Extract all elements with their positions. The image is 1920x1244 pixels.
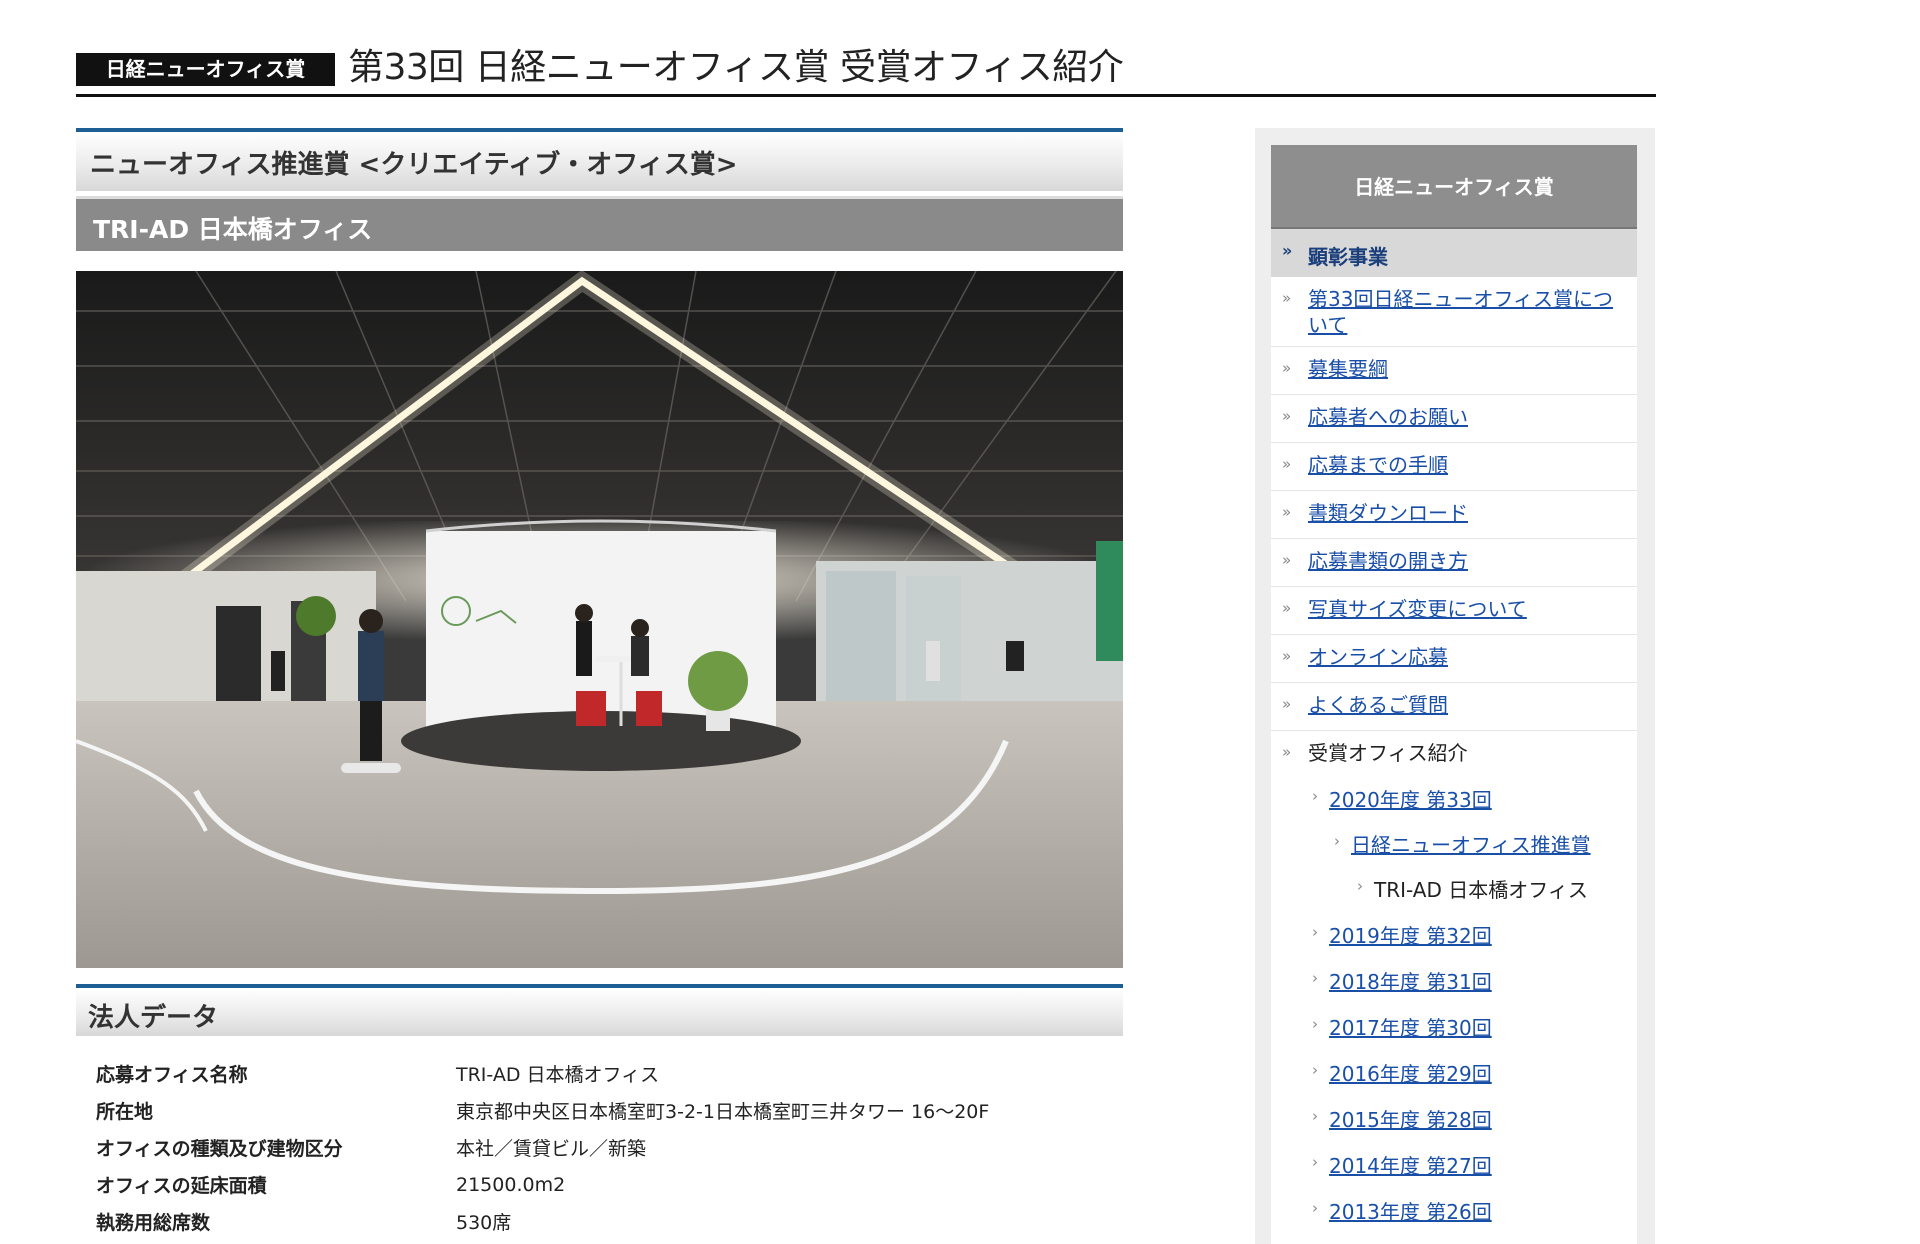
- sidebar-section-head[interactable]: » 顕彰事業: [1271, 229, 1637, 277]
- table-row: オフィスの延床面積 21500.0m2: [96, 1166, 1116, 1203]
- sidebar-subitem-label[interactable]: 2014年度 第27回: [1329, 1150, 1492, 1179]
- double-chevron-right-icon: »: [1282, 503, 1292, 521]
- double-chevron-right-icon: »: [1282, 407, 1292, 425]
- double-chevron-right-icon: »: [1282, 599, 1292, 617]
- sidebar-title: 日経ニューオフィス賞: [1271, 145, 1637, 229]
- office-interior-illustration: [76, 271, 1123, 968]
- sidebar-item-open-docs[interactable]: » 応募書類の開き方: [1271, 539, 1637, 587]
- page-header: 日経ニューオフィス賞 第33回 日経ニューオフィス賞 受賞オフィス紹介: [76, 44, 1656, 97]
- corp-data-heading: 法人データ: [76, 984, 1123, 1036]
- sidebar-subitem-label[interactable]: 2018年度 第31回: [1329, 966, 1492, 995]
- office-name: TRI-AD 日本橋オフィス: [93, 215, 373, 244]
- row-value: 東京都中央区日本橋室町3-2-1日本橋室町三井タワー 16～20F: [456, 1101, 990, 1123]
- sidebar-subitem-label[interactable]: 日経ニューオフィス推進賞: [1351, 829, 1591, 858]
- double-chevron-right-icon: »: [1282, 695, 1292, 713]
- table-row: 応募オフィス名称 TRI-AD 日本橋オフィス: [96, 1055, 1116, 1092]
- page-title: 第33回 日経ニューオフィス賞 受賞オフィス紹介: [348, 47, 1124, 88]
- row-value: 530席: [456, 1212, 512, 1234]
- sidebar-nav: » 顕彰事業 » 第33回日経ニューオフィス賞について » 募集要綱 » 応募者…: [1271, 229, 1637, 1244]
- sidebar-item-guidelines[interactable]: » 募集要綱: [1271, 347, 1637, 395]
- chevron-right-icon: ›: [1312, 1153, 1318, 1171]
- double-chevron-right-icon: »: [1282, 359, 1292, 377]
- sidebar-item-label[interactable]: 募集要綱: [1308, 356, 1628, 382]
- table-row: オフィスの種類及び建物区分 本社／賃貸ビル／新築: [96, 1129, 1116, 1166]
- double-chevron-right-icon: »: [1282, 455, 1292, 473]
- sidebar-item-faq[interactable]: » よくあるご質問: [1271, 683, 1637, 731]
- award-heading: ニューオフィス推進賞 <クリエイティブ・オフィス賞>: [76, 128, 1123, 191]
- sidebar-item-label[interactable]: よくあるご質問: [1308, 692, 1628, 718]
- chevron-right-icon: ›: [1334, 832, 1340, 850]
- sidebar-item-winners[interactable]: » 受賞オフィス紹介: [1271, 731, 1637, 779]
- sidebar-item-request[interactable]: » 応募者へのお願い: [1271, 395, 1637, 443]
- double-chevron-right-icon: »: [1282, 743, 1292, 761]
- chevron-right-icon: ›: [1312, 1061, 1318, 1079]
- chevron-right-icon: ›: [1312, 923, 1318, 941]
- chevron-right-icon: ›: [1312, 787, 1318, 805]
- sidebar-subitem-label[interactable]: 2015年度 第28回: [1329, 1104, 1492, 1133]
- brand-badge: 日経ニューオフィス賞: [76, 53, 335, 86]
- row-label: 執務用総席数: [96, 1212, 211, 1234]
- sidebar-item-download[interactable]: » 書類ダウンロード: [1271, 491, 1637, 539]
- double-chevron-down-icon: »: [1282, 241, 1293, 260]
- chevron-right-icon: ›: [1312, 1199, 1318, 1217]
- sidebar-item-photo-size[interactable]: » 写真サイズ変更について: [1271, 587, 1637, 635]
- corp-data-table: 応募オフィス名称 TRI-AD 日本橋オフィス 所在地 東京都中央区日本橋室町3…: [96, 1055, 1116, 1240]
- row-label: 応募オフィス名称: [96, 1064, 248, 1086]
- sidebar-item-label[interactable]: 応募者へのお願い: [1308, 404, 1628, 430]
- sidebar-item-label[interactable]: 応募までの手順: [1308, 452, 1628, 478]
- row-value: TRI-AD 日本橋オフィス: [456, 1064, 660, 1086]
- double-chevron-right-icon: »: [1282, 289, 1292, 307]
- row-value: 21500.0m2: [456, 1173, 566, 1196]
- award-heading-text: ニューオフィス推進賞 <クリエイティブ・オフィス賞>: [90, 150, 738, 180]
- sidebar-subitem-label[interactable]: 2013年度 第26回: [1329, 1196, 1492, 1225]
- row-label: 所在地: [96, 1101, 154, 1123]
- table-row: 執務用総席数 530席: [96, 1203, 1116, 1240]
- sidebar-item-label[interactable]: 第33回日経ニューオフィス賞について: [1308, 286, 1628, 338]
- row-value: 本社／賃貸ビル／新築: [456, 1138, 647, 1160]
- sidebar-subitem-label: TRI-AD 日本橋オフィス: [1374, 878, 1588, 902]
- sidebar-subitem-label[interactable]: 2016年度 第29回: [1329, 1058, 1492, 1087]
- sidebar-subitem-label[interactable]: 2017年度 第30回: [1329, 1012, 1492, 1041]
- chevron-right-icon: ›: [1312, 1107, 1318, 1125]
- sidebar-item-about[interactable]: » 第33回日経ニューオフィス賞について: [1271, 277, 1637, 347]
- corp-data-heading-text: 法人データ: [88, 1003, 219, 1033]
- sidebar-item-label[interactable]: 応募書類の開き方: [1308, 548, 1628, 574]
- sidebar: 日経ニューオフィス賞 » 顕彰事業 » 第33回日経ニューオフィス賞について »…: [1255, 128, 1655, 1244]
- row-label: オフィスの延床面積: [96, 1175, 267, 1197]
- sidebar-subitem-label[interactable]: 2020年度 第33回: [1329, 784, 1492, 813]
- sidebar-item-label[interactable]: 書類ダウンロード: [1308, 500, 1628, 526]
- chevron-right-icon: ›: [1312, 1015, 1318, 1033]
- chevron-right-icon: ›: [1357, 877, 1363, 895]
- row-label: オフィスの種類及び建物区分: [96, 1138, 343, 1160]
- double-chevron-right-icon: »: [1282, 551, 1292, 569]
- chevron-right-icon: ›: [1312, 969, 1318, 987]
- sidebar-subitem-label[interactable]: 2019年度 第32回: [1329, 920, 1492, 949]
- sidebar-item-steps[interactable]: » 応募までの手順: [1271, 443, 1637, 491]
- sidebar-item-label[interactable]: オンライン応募: [1308, 644, 1628, 670]
- sidebar-section-label: 顕彰事業: [1308, 245, 1388, 269]
- double-chevron-right-icon: »: [1282, 647, 1292, 665]
- office-name-bar: TRI-AD 日本橋オフィス: [76, 196, 1123, 251]
- sidebar-item-online[interactable]: » オンライン応募: [1271, 635, 1637, 683]
- sidebar-item-label: 受賞オフィス紹介: [1308, 741, 1468, 765]
- table-row: 所在地 東京都中央区日本橋室町3-2-1日本橋室町三井タワー 16～20F: [96, 1092, 1116, 1129]
- sidebar-item-label[interactable]: 写真サイズ変更について: [1308, 596, 1628, 622]
- office-photo: [76, 271, 1123, 968]
